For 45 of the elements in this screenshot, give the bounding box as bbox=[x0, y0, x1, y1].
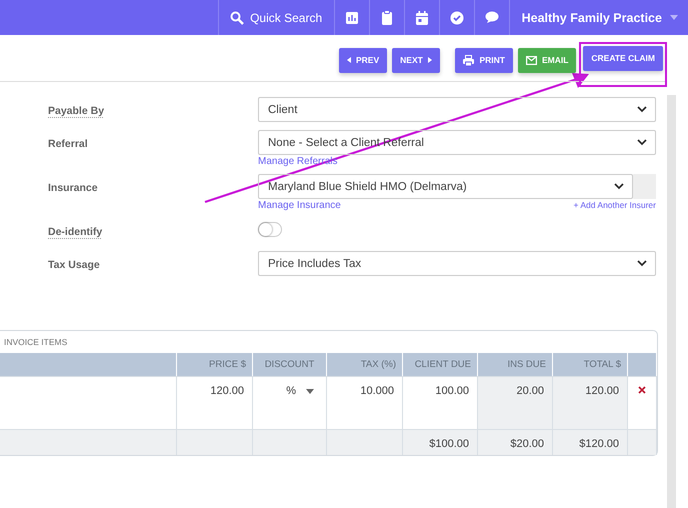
scrollbar[interactable] bbox=[667, 95, 676, 508]
select-field[interactable]: Client bbox=[258, 97, 656, 122]
next-button[interactable]: NEXT bbox=[392, 48, 440, 72]
link[interactable]: + Add Another Insurer bbox=[574, 200, 656, 211]
delete-icon[interactable] bbox=[638, 386, 646, 394]
quick-search-button[interactable]: Quick Search bbox=[218, 0, 335, 35]
envelope-icon bbox=[526, 56, 537, 64]
select-field[interactable]: None - Select a Client Referral bbox=[258, 130, 656, 155]
field-label: Referral bbox=[48, 137, 89, 150]
column-header: TOTAL $ bbox=[553, 353, 628, 376]
field-label: Payable By bbox=[48, 104, 106, 117]
header-cell bbox=[628, 353, 657, 376]
claim-button[interactable]: CREATE CLAIM bbox=[583, 46, 663, 70]
field-label: Insurance bbox=[48, 181, 99, 194]
field-label: De-identify bbox=[48, 225, 104, 238]
chevron-down-icon bbox=[614, 183, 624, 190]
left-caret-icon bbox=[347, 57, 351, 63]
total-cell: $120.00 bbox=[553, 429, 628, 455]
print-button[interactable]: PRINT bbox=[455, 48, 513, 72]
toggle-switch[interactable] bbox=[258, 222, 282, 237]
column-header: TAX (%) bbox=[327, 353, 403, 376]
table-cell: 120.00 bbox=[553, 376, 628, 429]
caret-icon bbox=[306, 389, 314, 394]
card-title: INVOICE ITEMS bbox=[3, 336, 68, 349]
select-field[interactable]: Maryland Blue Shield HMO (Delmarva) bbox=[258, 174, 633, 199]
search-icon bbox=[230, 10, 244, 24]
field-label: Tax Usage bbox=[48, 258, 101, 271]
prev-button[interactable]: PREV bbox=[339, 48, 388, 72]
column-header: INS DUE bbox=[478, 353, 553, 376]
select-field[interactable]: Price Includes Tax bbox=[258, 251, 656, 276]
link[interactable]: Manage Insurance bbox=[258, 200, 341, 211]
printer-icon bbox=[463, 54, 474, 66]
email-button[interactable]: EMAIL bbox=[518, 48, 576, 72]
column-header: DISCOUNT bbox=[253, 353, 327, 376]
total-cell: $100.00 bbox=[403, 429, 478, 455]
caret-icon bbox=[670, 15, 678, 20]
table-cell: 20.00 bbox=[478, 376, 553, 429]
chevron-down-icon bbox=[637, 106, 647, 113]
practice-menu[interactable]: Healthy Family Practice bbox=[510, 0, 688, 35]
chevron-down-icon bbox=[637, 139, 647, 146]
chevron-down-icon bbox=[637, 260, 647, 267]
right-caret-icon bbox=[428, 57, 432, 63]
column-header: CLIENT DUE bbox=[403, 353, 478, 376]
column-header: PRICE $ bbox=[177, 353, 253, 376]
total-cell: $20.00 bbox=[478, 429, 553, 455]
